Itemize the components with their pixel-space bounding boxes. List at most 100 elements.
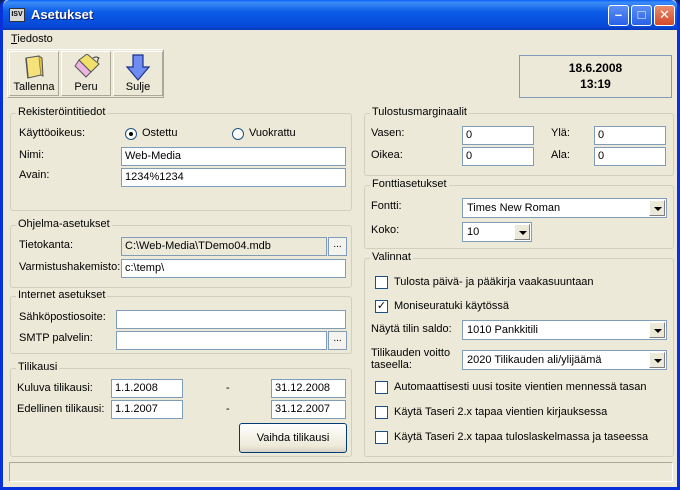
previous-end-input[interactable]: 31.12.2007: [271, 400, 346, 419]
margin-top-label: Ylä:: [551, 127, 570, 139]
license-rented-label[interactable]: Vuokrattu: [249, 127, 296, 139]
font-size-value: 10: [467, 226, 480, 238]
landscape-label[interactable]: Tulosta päivä- ja pääkirja vaakasuuntaan: [394, 276, 594, 288]
maximize-button[interactable]: □: [631, 5, 652, 26]
database-label: Tietokanta:: [19, 239, 74, 251]
settings-window: ISV Asetukset – □ ✕ Tiedosto Tallenna Pe…: [0, 0, 680, 490]
internet-title: Internet asetukset: [16, 289, 108, 301]
minimize-button[interactable]: –: [608, 5, 629, 26]
smtp-label: SMTP palvelin:: [19, 332, 93, 344]
font-size-select[interactable]: 10: [462, 222, 532, 242]
margin-right-label: Oikea:: [371, 149, 403, 161]
font-select-value: Times New Roman: [467, 202, 561, 214]
font-select[interactable]: Times New Roman: [462, 198, 667, 218]
program-group: Ohjelma-asetukset Tietokanta: C:\Web-Med…: [10, 218, 352, 288]
current-start-input[interactable]: 1.1.2008: [111, 379, 183, 398]
landscape-checkbox[interactable]: [375, 276, 388, 289]
save-button[interactable]: Tallenna: [9, 51, 59, 96]
margin-bottom-input[interactable]: 0: [594, 147, 666, 166]
database-input[interactable]: C:\Web-Media\TDemo04.mdb: [121, 237, 327, 256]
auto-voucher-label[interactable]: Automaattisesti uusi tosite vientien men…: [394, 381, 647, 393]
previous-start-input[interactable]: 1.1.2007: [111, 400, 183, 419]
taseri-income-checkbox[interactable]: [375, 431, 388, 444]
margin-right-input[interactable]: 0: [462, 147, 534, 166]
margin-left-label: Vasen:: [371, 127, 405, 139]
chevron-down-icon[interactable]: [649, 352, 665, 368]
title-bar[interactable]: ISV Asetukset – □ ✕: [3, 0, 677, 30]
name-label: Nimi:: [19, 149, 45, 161]
program-title: Ohjelma-asetukset: [16, 218, 112, 230]
close-button[interactable]: ✕: [654, 5, 675, 26]
previous-period-label: Edellinen tilikausi:: [17, 403, 105, 415]
margin-bottom-label: Ala:: [551, 149, 570, 161]
email-label: Sähköpostiosoite:: [19, 311, 106, 323]
close-window-button[interactable]: Sulje: [113, 51, 163, 96]
app-icon: ISV: [9, 8, 25, 22]
change-fiscal-period-button[interactable]: Vaihda tilikausi: [239, 423, 347, 453]
arrow-down-icon: [125, 54, 151, 81]
undo-label: Peru: [74, 81, 98, 93]
taseri-entry-label[interactable]: Käytä Taseri 2.x tapaa vientien kirjauks…: [394, 406, 607, 418]
chevron-down-icon[interactable]: [649, 322, 665, 338]
fiscal-group: Tilikausi Kuluva tilikausi: 1.1.2008 - 3…: [10, 361, 352, 457]
backup-dir-label: Varmistushakemisto:: [19, 261, 121, 273]
menu-file[interactable]: Tiedosto: [11, 33, 53, 45]
auto-voucher-checkbox[interactable]: [375, 381, 388, 394]
current-dash: -: [226, 382, 230, 394]
time-text: 13:19: [580, 77, 611, 91]
account-balance-value: 1010 Pankkitili: [467, 324, 538, 336]
key-input[interactable]: 1234%1234: [121, 168, 346, 187]
license-label: Käyttöoikeus:: [19, 127, 86, 139]
current-end-input[interactable]: 31.12.2008: [271, 379, 346, 398]
multi-company-label[interactable]: Moniseuratuki käytössä: [394, 300, 509, 312]
backup-dir-input[interactable]: c:\temp\: [121, 259, 346, 278]
key-label: Avain:: [19, 169, 50, 181]
taseri-entry-checkbox[interactable]: [375, 406, 388, 419]
fiscal-title: Tilikausi: [16, 361, 60, 373]
status-bar: [9, 462, 673, 482]
database-browse-button[interactable]: ...: [328, 237, 347, 256]
account-balance-select[interactable]: 1010 Pankkitili: [462, 320, 667, 340]
internet-group: Internet asetukset Sähköpostiosoite: SMT…: [10, 289, 352, 354]
taseri-income-label[interactable]: Käytä Taseri 2.x tapaa tuloslaskelmassa …: [394, 431, 648, 443]
profit-label-line2: taseella:: [371, 359, 412, 371]
registration-title: Rekisteröintitiedot: [16, 106, 108, 118]
options-group: Valinnat Tulosta päivä- ja pääkirja vaak…: [364, 251, 674, 457]
previous-dash: -: [226, 403, 230, 415]
name-input[interactable]: Web-Media: [121, 147, 346, 166]
font-group: Fonttiasetukset Fontti: Times New Roman …: [364, 178, 674, 249]
license-bought-radio[interactable]: [125, 128, 137, 140]
current-period-label: Kuluva tilikausi:: [17, 382, 93, 394]
font-size-label: Koko:: [371, 224, 400, 236]
chevron-down-icon[interactable]: [514, 224, 530, 240]
font-title: Fonttiasetukset: [370, 178, 449, 190]
date-text: 18.6.2008: [568, 61, 623, 75]
undo-button[interactable]: Peru: [61, 51, 111, 96]
smtp-browse-button[interactable]: ...: [328, 331, 347, 350]
smtp-input[interactable]: [116, 331, 327, 350]
options-title: Valinnat: [370, 251, 413, 263]
close-label: Sulje: [125, 81, 151, 93]
margins-group: Tulostusmarginaalit Vasen: 0 Ylä: 0 Oike…: [364, 106, 674, 176]
registration-group: Rekisteröintitiedot Käyttöoikeus: Ostett…: [10, 106, 352, 211]
profit-account-select[interactable]: 2020 Tilikauden ali/ylijäämä: [462, 350, 667, 370]
email-input[interactable]: [116, 310, 346, 329]
multi-company-checkbox[interactable]: ✓: [375, 300, 388, 313]
save-label: Tallenna: [13, 81, 55, 93]
account-balance-label: Näytä tilin saldo:: [371, 323, 452, 335]
font-label: Fontti:: [371, 200, 402, 212]
eraser-icon: [74, 54, 100, 78]
profit-label-line1: Tilikauden voitto: [371, 347, 451, 359]
license-rented-radio[interactable]: [232, 128, 244, 140]
save-book-icon: [25, 55, 44, 79]
datetime-display: 18.6.2008 13:19: [519, 55, 672, 98]
toolbar: Tallenna Peru Sulje: [7, 49, 164, 98]
chevron-down-icon[interactable]: [649, 200, 665, 216]
margins-title: Tulostusmarginaalit: [370, 106, 469, 118]
window-title: Asetukset: [31, 7, 94, 22]
margin-left-input[interactable]: 0: [462, 126, 534, 145]
license-bought-label[interactable]: Ostettu: [142, 127, 177, 139]
profit-account-value: 2020 Tilikauden ali/ylijäämä: [467, 354, 602, 366]
margin-top-input[interactable]: 0: [594, 126, 666, 145]
menu-bar: Tiedosto: [3, 30, 677, 48]
